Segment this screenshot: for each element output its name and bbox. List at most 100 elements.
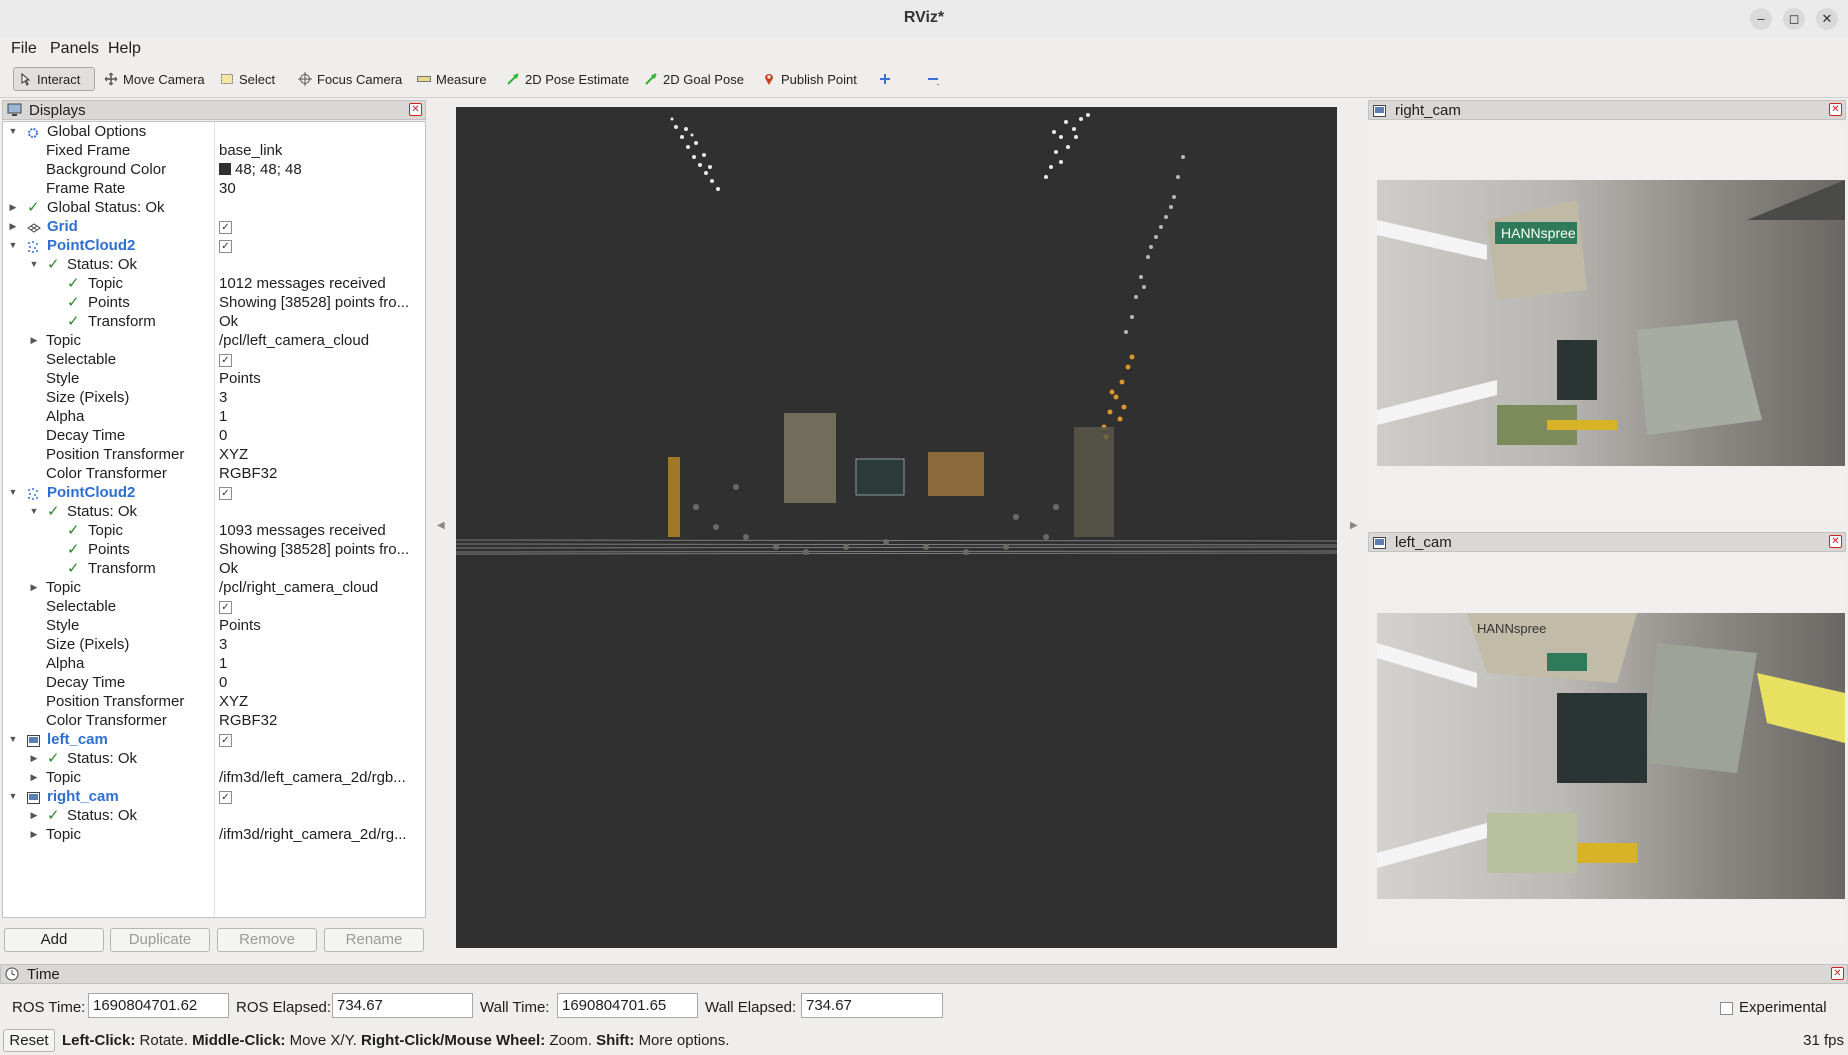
- pose-estimate-tool-button[interactable]: 2D Pose Estimate: [502, 67, 633, 91]
- checkbox[interactable]: ✓: [219, 790, 232, 804]
- check-icon: ✓: [47, 750, 60, 767]
- ros-time-field[interactable]: 1690804701.62: [88, 993, 229, 1018]
- collapse-left-handle[interactable]: ◀: [437, 520, 445, 531]
- gear-icon: [27, 125, 39, 138]
- add-display-button[interactable]: Add: [4, 928, 104, 952]
- tree-row[interactable]: Selectable ✓: [3, 597, 425, 616]
- checkbox[interactable]: ✓: [219, 220, 232, 234]
- image-icon: [1373, 104, 1387, 117]
- time-title: Time: [27, 965, 60, 983]
- minus-icon: [926, 72, 940, 86]
- checkbox[interactable]: ✓: [219, 733, 232, 747]
- remove-display-button[interactable]: Remove: [217, 928, 317, 952]
- status-bar: Reset Left-Click: Rotate. Middle-Click: …: [0, 1027, 1848, 1055]
- tree-row[interactable]: ✓ Transform Ok: [3, 559, 425, 578]
- close-panel-icon[interactable]: ✕: [1829, 103, 1842, 116]
- tree-row[interactable]: ✓ Topic 1012 messages received: [3, 274, 425, 293]
- check-icon: ✓: [67, 294, 80, 311]
- tree-row[interactable]: ▼ PointCloud2 ✓: [3, 483, 425, 502]
- rename-display-button[interactable]: Rename: [324, 928, 424, 952]
- tree-row[interactable]: Position Transformer XYZ: [3, 692, 425, 711]
- duplicate-display-button[interactable]: Duplicate: [110, 928, 210, 952]
- menu-help[interactable]: Help: [108, 40, 141, 58]
- wall-time-field[interactable]: 1690804701.65: [557, 993, 698, 1018]
- tree-row[interactable]: Selectable ✓: [3, 350, 425, 369]
- tree-row[interactable]: ▶ ✓ Status: Ok: [3, 749, 425, 768]
- tree-row[interactable]: Color Transformer RGBF32: [3, 711, 425, 730]
- tree-row[interactable]: Decay Time 0: [3, 426, 425, 445]
- tree-row[interactable]: ▶ Topic /pcl/left_camera_cloud: [3, 331, 425, 350]
- check-icon: ✓: [47, 503, 60, 520]
- ros-elapsed-field[interactable]: 734.67: [332, 993, 473, 1018]
- tree-row[interactable]: ✓ Transform Ok: [3, 312, 425, 331]
- tree-row[interactable]: ▶ Grid ✓: [3, 217, 425, 236]
- menu-file[interactable]: File: [11, 40, 37, 58]
- tree-row[interactable]: ▶ Topic /pcl/right_camera_cloud: [3, 578, 425, 597]
- displays-panel-header: Displays ✕: [2, 100, 426, 120]
- tree-row[interactable]: Decay Time 0: [3, 673, 425, 692]
- remove-tool-button[interactable]: [922, 67, 944, 91]
- tree-row[interactable]: ▼ ✓ Status: Ok: [3, 255, 425, 274]
- tree-row[interactable]: ▶ ✓ Global Status: Ok: [3, 198, 425, 217]
- tree-row[interactable]: ✓ Points Showing [38528] points fro...: [3, 293, 425, 312]
- checkbox[interactable]: ✓: [219, 486, 232, 500]
- experimental-checkbox[interactable]: [1720, 1002, 1733, 1015]
- measure-tool-button[interactable]: Measure: [413, 67, 491, 91]
- tree-row[interactable]: ▶ ✓ Status: Ok: [3, 806, 425, 825]
- tree-row[interactable]: Style Points: [3, 616, 425, 635]
- focus-camera-tool-button[interactable]: Focus Camera: [294, 67, 406, 91]
- select-tool-button[interactable]: Select: [216, 67, 279, 91]
- collapse-right-handle[interactable]: ▶: [1350, 520, 1358, 531]
- check-icon: ✓: [67, 522, 80, 539]
- tree-row[interactable]: ✓ Topic 1093 messages received: [3, 521, 425, 540]
- close-panel-icon[interactable]: ✕: [409, 103, 422, 116]
- checkbox[interactable]: ✓: [219, 239, 232, 253]
- tree-row[interactable]: Color Transformer RGBF32: [3, 464, 425, 483]
- check-icon: ✓: [67, 541, 80, 558]
- checkbox[interactable]: ✓: [219, 353, 232, 367]
- tree-row[interactable]: Size (Pixels) 3: [3, 388, 425, 407]
- tree-row[interactable]: ▼ left_cam ✓: [3, 730, 425, 749]
- cursor-hand-icon: [18, 72, 32, 86]
- tree-row[interactable]: ▼ Global Options: [3, 122, 425, 141]
- minimize-icon[interactable]: –: [1750, 8, 1772, 30]
- maximize-icon[interactable]: ◻: [1783, 8, 1805, 30]
- wall-elapsed-field[interactable]: 734.67: [801, 993, 943, 1018]
- tree-row[interactable]: Position Transformer XYZ: [3, 445, 425, 464]
- 3d-viewport[interactable]: [456, 107, 1337, 948]
- monitor-icon: [7, 103, 23, 117]
- publish-point-tool-button[interactable]: Publish Point: [758, 67, 861, 91]
- checkbox[interactable]: ✓: [219, 600, 232, 614]
- tree-row[interactable]: ▼ ✓ Status: Ok: [3, 502, 425, 521]
- add-tool-button[interactable]: [874, 67, 896, 91]
- left-cam-view: HANNspree: [1368, 553, 1846, 949]
- plus-icon: [878, 72, 892, 86]
- move-camera-tool-button[interactable]: Move Camera: [100, 67, 209, 91]
- goal-pose-label: 2D Goal Pose: [663, 71, 744, 87]
- interact-tool-button[interactable]: Interact: [13, 67, 95, 91]
- menu-bar: File Panels Help: [0, 38, 1848, 60]
- focus-camera-label: Focus Camera: [317, 71, 403, 87]
- tree-row[interactable]: Size (Pixels) 3: [3, 635, 425, 654]
- tree-row[interactable]: ▶ Topic /ifm3d/left_camera_2d/rgb...: [3, 768, 425, 787]
- tree-row[interactable]: ▼ right_cam ✓: [3, 787, 425, 806]
- color-swatch[interactable]: [219, 163, 231, 175]
- menu-panels[interactable]: Panels: [50, 40, 99, 58]
- tree-row[interactable]: ✓ Points Showing [38528] points fro...: [3, 540, 425, 559]
- tree-row[interactable]: ▼ PointCloud2 ✓: [3, 236, 425, 255]
- tree-row[interactable]: Alpha 1: [3, 407, 425, 426]
- grid-icon: [27, 220, 41, 233]
- close-panel-icon[interactable]: ✕: [1831, 967, 1844, 980]
- tree-row[interactable]: Background Color 48; 48; 48: [3, 160, 425, 179]
- goal-pose-tool-button[interactable]: 2D Goal Pose: [640, 67, 748, 91]
- tree-row[interactable]: ▶ Topic /ifm3d/right_camera_2d/rg...: [3, 825, 425, 844]
- tree-row[interactable]: Style Points: [3, 369, 425, 388]
- close-panel-icon[interactable]: ✕: [1829, 535, 1842, 548]
- tree-row[interactable]: Alpha 1: [3, 654, 425, 673]
- move-camera-label: Move Camera: [123, 71, 205, 87]
- tree-row[interactable]: Fixed Frame base_link: [3, 141, 425, 160]
- close-window-icon[interactable]: ✕: [1816, 8, 1838, 30]
- reset-button[interactable]: Reset: [3, 1029, 55, 1052]
- tree-row[interactable]: Frame Rate 30: [3, 179, 425, 198]
- ros-elapsed-label: ROS Elapsed:: [236, 999, 332, 1016]
